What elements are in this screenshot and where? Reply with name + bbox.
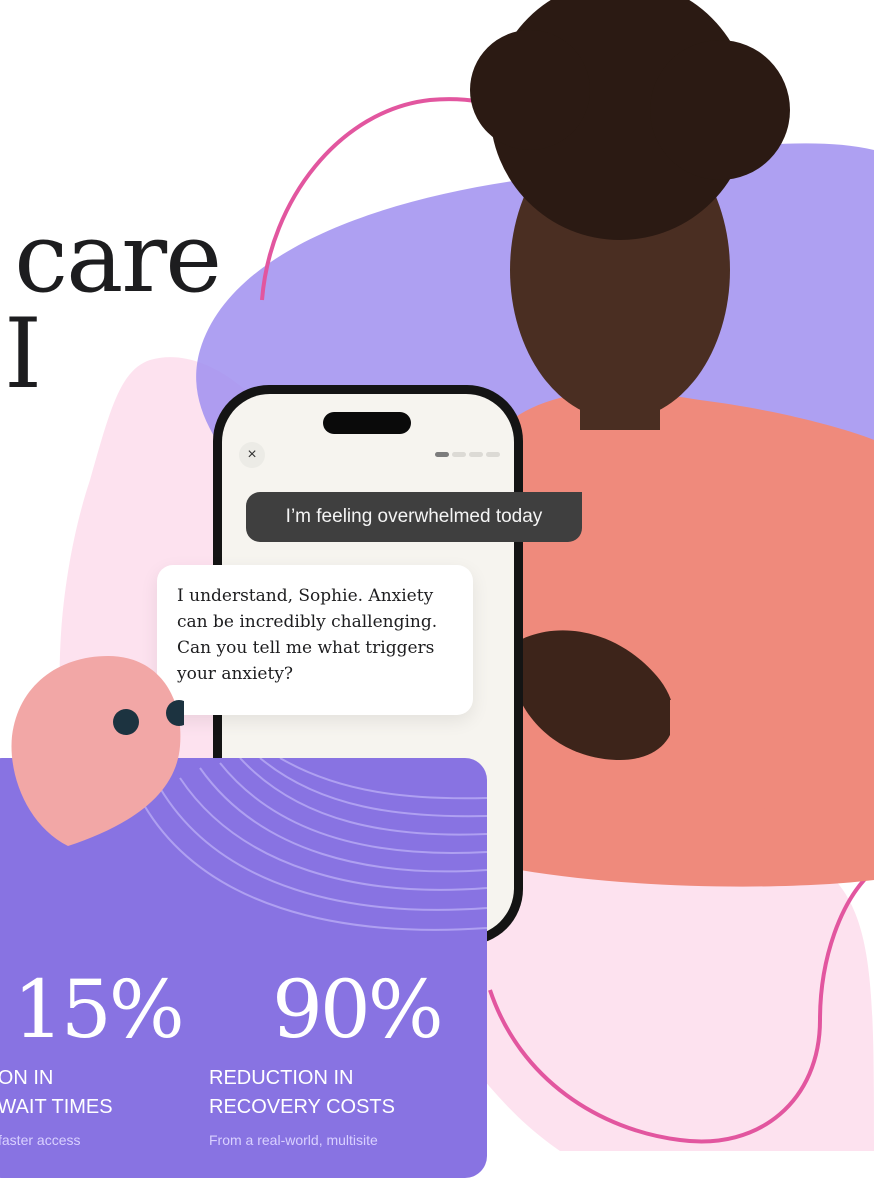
progress-indicator <box>435 452 500 457</box>
ai-message-bubble: I understand, Sophie. Anxiety can be inc… <box>157 565 473 715</box>
progress-step <box>452 452 466 457</box>
stat-label-2: REDUCTION IN RECOVERY COSTS <box>209 1067 395 1118</box>
chat-avatar-icon <box>11 656 184 846</box>
progress-step <box>469 452 483 457</box>
hero-line-1: care <box>14 202 222 314</box>
progress-step <box>486 452 500 457</box>
hero-line-2: I <box>4 298 42 410</box>
dynamic-island <box>323 412 411 434</box>
progress-step <box>435 452 449 457</box>
stat-label-1: TION IN T WAIT TIMES <box>0 1067 113 1118</box>
stat-value-2: 90% <box>272 963 444 1056</box>
hero-headline: care I <box>0 202 222 410</box>
close-icon[interactable]: × <box>239 442 265 468</box>
stat-note-1: faster access <box>0 1132 81 1148</box>
stat-value-1: 15% <box>13 963 185 1056</box>
user-message-bubble: I’m feeling overwhelmed today <box>246 492 582 542</box>
stat-note-2: From a real-world, multisite <box>209 1132 378 1148</box>
